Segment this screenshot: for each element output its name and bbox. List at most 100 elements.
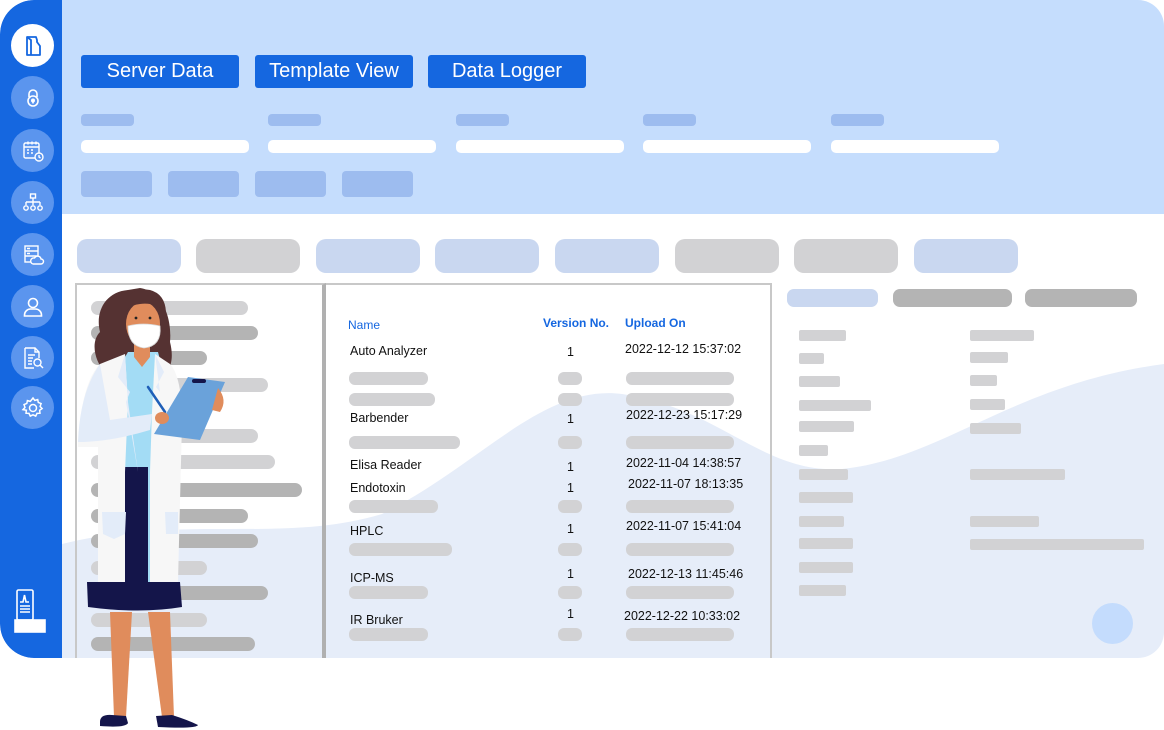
filter-label-placeholder (643, 114, 696, 126)
detail-value-placeholder (970, 375, 997, 386)
toolbar-pill[interactable] (794, 239, 898, 273)
detail-label-placeholder (799, 492, 853, 503)
table-row-upload: 2022-12-13 11:45:46 (628, 567, 744, 581)
filter-label-placeholder (268, 114, 321, 126)
detail-value-placeholder (970, 399, 1005, 410)
filter-chip[interactable] (168, 171, 239, 197)
sidebar-item-settings[interactable] (11, 386, 54, 429)
row-placeholder (626, 393, 734, 406)
row-placeholder (626, 500, 734, 513)
settings-icon (21, 396, 43, 417)
detail-label-placeholder (799, 469, 848, 480)
header: Server Data Template View Data Logger (62, 0, 1164, 214)
lock-icon (26, 88, 39, 107)
detail-label-placeholder (799, 585, 846, 596)
table-row-upload: 2022-12-12 15:37:02 (625, 342, 742, 356)
tab-template-view[interactable]: Template View (255, 55, 413, 88)
toolbar-pill[interactable] (435, 239, 539, 273)
table-row-version: 1 (567, 567, 574, 581)
sidebar-item-hierarchy[interactable] (11, 181, 54, 224)
filter-input[interactable] (81, 140, 249, 153)
row-placeholder (349, 500, 438, 513)
column-header-upload[interactable]: Upload On (625, 316, 686, 330)
table-row-name[interactable]: Barbender (350, 411, 408, 425)
sidebar-item-reports[interactable] (11, 336, 54, 379)
user-icon (23, 297, 42, 317)
document-search-icon (23, 346, 43, 369)
row-placeholder (558, 500, 582, 513)
detail-label-placeholder (799, 421, 854, 432)
detail-value-placeholder (970, 469, 1065, 480)
toolbar-pill[interactable] (316, 239, 420, 273)
toolbar-pill[interactable] (196, 239, 300, 273)
hierarchy-icon (22, 192, 43, 211)
toolbar-pill[interactable] (675, 239, 779, 273)
table-row-version: 1 (567, 522, 574, 536)
toolbar-pill[interactable] (555, 239, 659, 273)
table-row-upload: 2022-11-07 18:13:35 (628, 477, 744, 491)
row-placeholder (626, 372, 734, 385)
floating-action-button[interactable] (1092, 603, 1133, 644)
detail-label-placeholder (799, 330, 846, 341)
row-placeholder (558, 436, 582, 449)
detail-value-placeholder (970, 330, 1034, 341)
filter-label-placeholder (81, 114, 134, 126)
row-placeholder (349, 628, 428, 641)
tab-data-logger[interactable]: Data Logger (428, 55, 586, 88)
column-header-version[interactable]: Version No. (543, 316, 609, 330)
filter-label-placeholder (831, 114, 884, 126)
filter-input[interactable] (831, 140, 999, 153)
detail-label-placeholder (799, 445, 828, 456)
row-placeholder (349, 586, 428, 599)
column-header-name[interactable]: Name (348, 318, 380, 332)
table-row-name[interactable]: ICP-MS (350, 571, 394, 585)
server-cloud-icon (23, 244, 44, 265)
table-row-version: 1 (567, 607, 574, 621)
filter-chip[interactable] (81, 171, 152, 197)
detail-tab-placeholder[interactable] (787, 289, 878, 307)
row-placeholder (558, 372, 582, 385)
filter-chip[interactable] (255, 171, 326, 197)
filter-input[interactable] (456, 140, 624, 153)
row-placeholder (558, 393, 582, 406)
table-row-name[interactable]: Endotoxin (350, 481, 406, 495)
sidebar-item-users[interactable] (11, 285, 54, 328)
template-table: Name Version No. Upload On Auto Analyzer… (326, 283, 772, 658)
table-row-name[interactable]: Elisa Reader (350, 458, 422, 472)
table-row-version: 1 (567, 345, 574, 359)
filter-chip[interactable] (342, 171, 413, 197)
table-row-upload: 2022-12-22 10:33:02 (624, 609, 741, 623)
toolbar-pill[interactable] (77, 239, 181, 273)
table-row-upload: 2022-11-07 15:41:04 (626, 519, 742, 533)
detail-label-placeholder (799, 562, 853, 573)
detail-tab-placeholder[interactable] (1025, 289, 1137, 307)
tab-server-data[interactable]: Server Data (81, 55, 239, 88)
folder-icon (25, 35, 41, 56)
sidebar-item-schedule[interactable] (11, 129, 54, 172)
detail-label-placeholder (799, 376, 840, 387)
detail-value-placeholder (970, 539, 1144, 550)
table-row-name[interactable]: Auto Analyzer (350, 344, 427, 358)
filter-input[interactable] (268, 140, 436, 153)
detail-label-placeholder (799, 516, 844, 527)
detail-value-placeholder (970, 352, 1008, 363)
table-row-upload: 2022-11-04 14:38:57 (626, 456, 742, 470)
toolbar-pill[interactable] (914, 239, 1018, 273)
table-row-version: 1 (567, 481, 574, 495)
table-row-version: 1 (567, 412, 574, 426)
row-placeholder (558, 586, 582, 599)
sidebar-item-files[interactable] (11, 24, 54, 67)
row-placeholder (626, 586, 734, 599)
table-row-name[interactable]: IR Bruker (350, 613, 403, 627)
doctor-illustration (78, 288, 225, 728)
table-row-version: 1 (567, 460, 574, 474)
calendar-clock-icon (22, 141, 44, 162)
table-row-name[interactable]: HPLC (350, 524, 383, 538)
sidebar (0, 0, 62, 658)
row-placeholder (349, 436, 460, 449)
filter-input[interactable] (643, 140, 811, 153)
detail-tab-placeholder[interactable] (893, 289, 1012, 307)
sidebar-item-security[interactable] (11, 76, 54, 119)
sidebar-item-server[interactable] (11, 233, 54, 276)
device-report-icon[interactable] (14, 588, 48, 636)
